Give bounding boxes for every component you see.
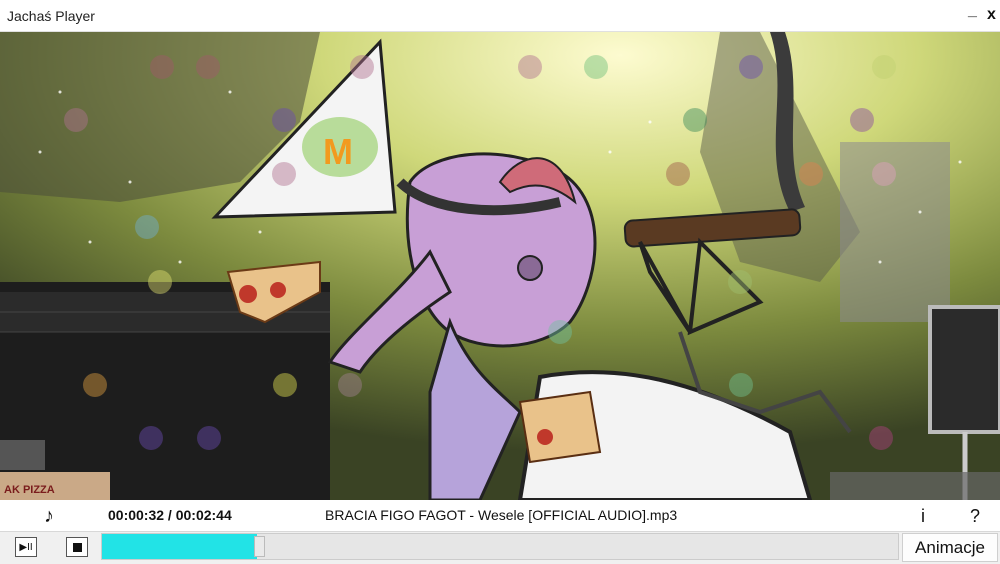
artwork-illustration: AK PIZZA M <box>0 32 1000 500</box>
seek-bar-thumb[interactable] <box>254 536 266 557</box>
pizza-sign-text: AK PIZZA <box>4 484 55 496</box>
stop-button[interactable] <box>66 537 88 557</box>
track-title: BRACIA FIGO FAGOT - Wesele [OFFICIAL AUD… <box>325 507 678 523</box>
help-button[interactable]: ? <box>970 506 980 527</box>
info-button[interactable]: i <box>921 506 925 527</box>
album-artwork: AK PIZZA M <box>0 32 1000 500</box>
time-display: 00:00:32 / 00:02:44 <box>108 507 232 523</box>
window-title: Jachaś Player <box>7 8 95 24</box>
title-bar: Jachaś Player _ x <box>0 0 1000 32</box>
m-logo-text: M <box>323 131 353 172</box>
seek-bar[interactable] <box>101 533 899 560</box>
close-button[interactable]: x <box>987 6 996 24</box>
animations-button[interactable]: Animacje <box>902 533 998 562</box>
seek-bar-fill <box>102 534 258 559</box>
stop-icon <box>72 542 82 552</box>
music-note-icon: ♪ <box>44 505 54 527</box>
play-pause-button[interactable]: ▶II <box>15 537 37 557</box>
minimize-button[interactable]: _ <box>968 2 977 20</box>
